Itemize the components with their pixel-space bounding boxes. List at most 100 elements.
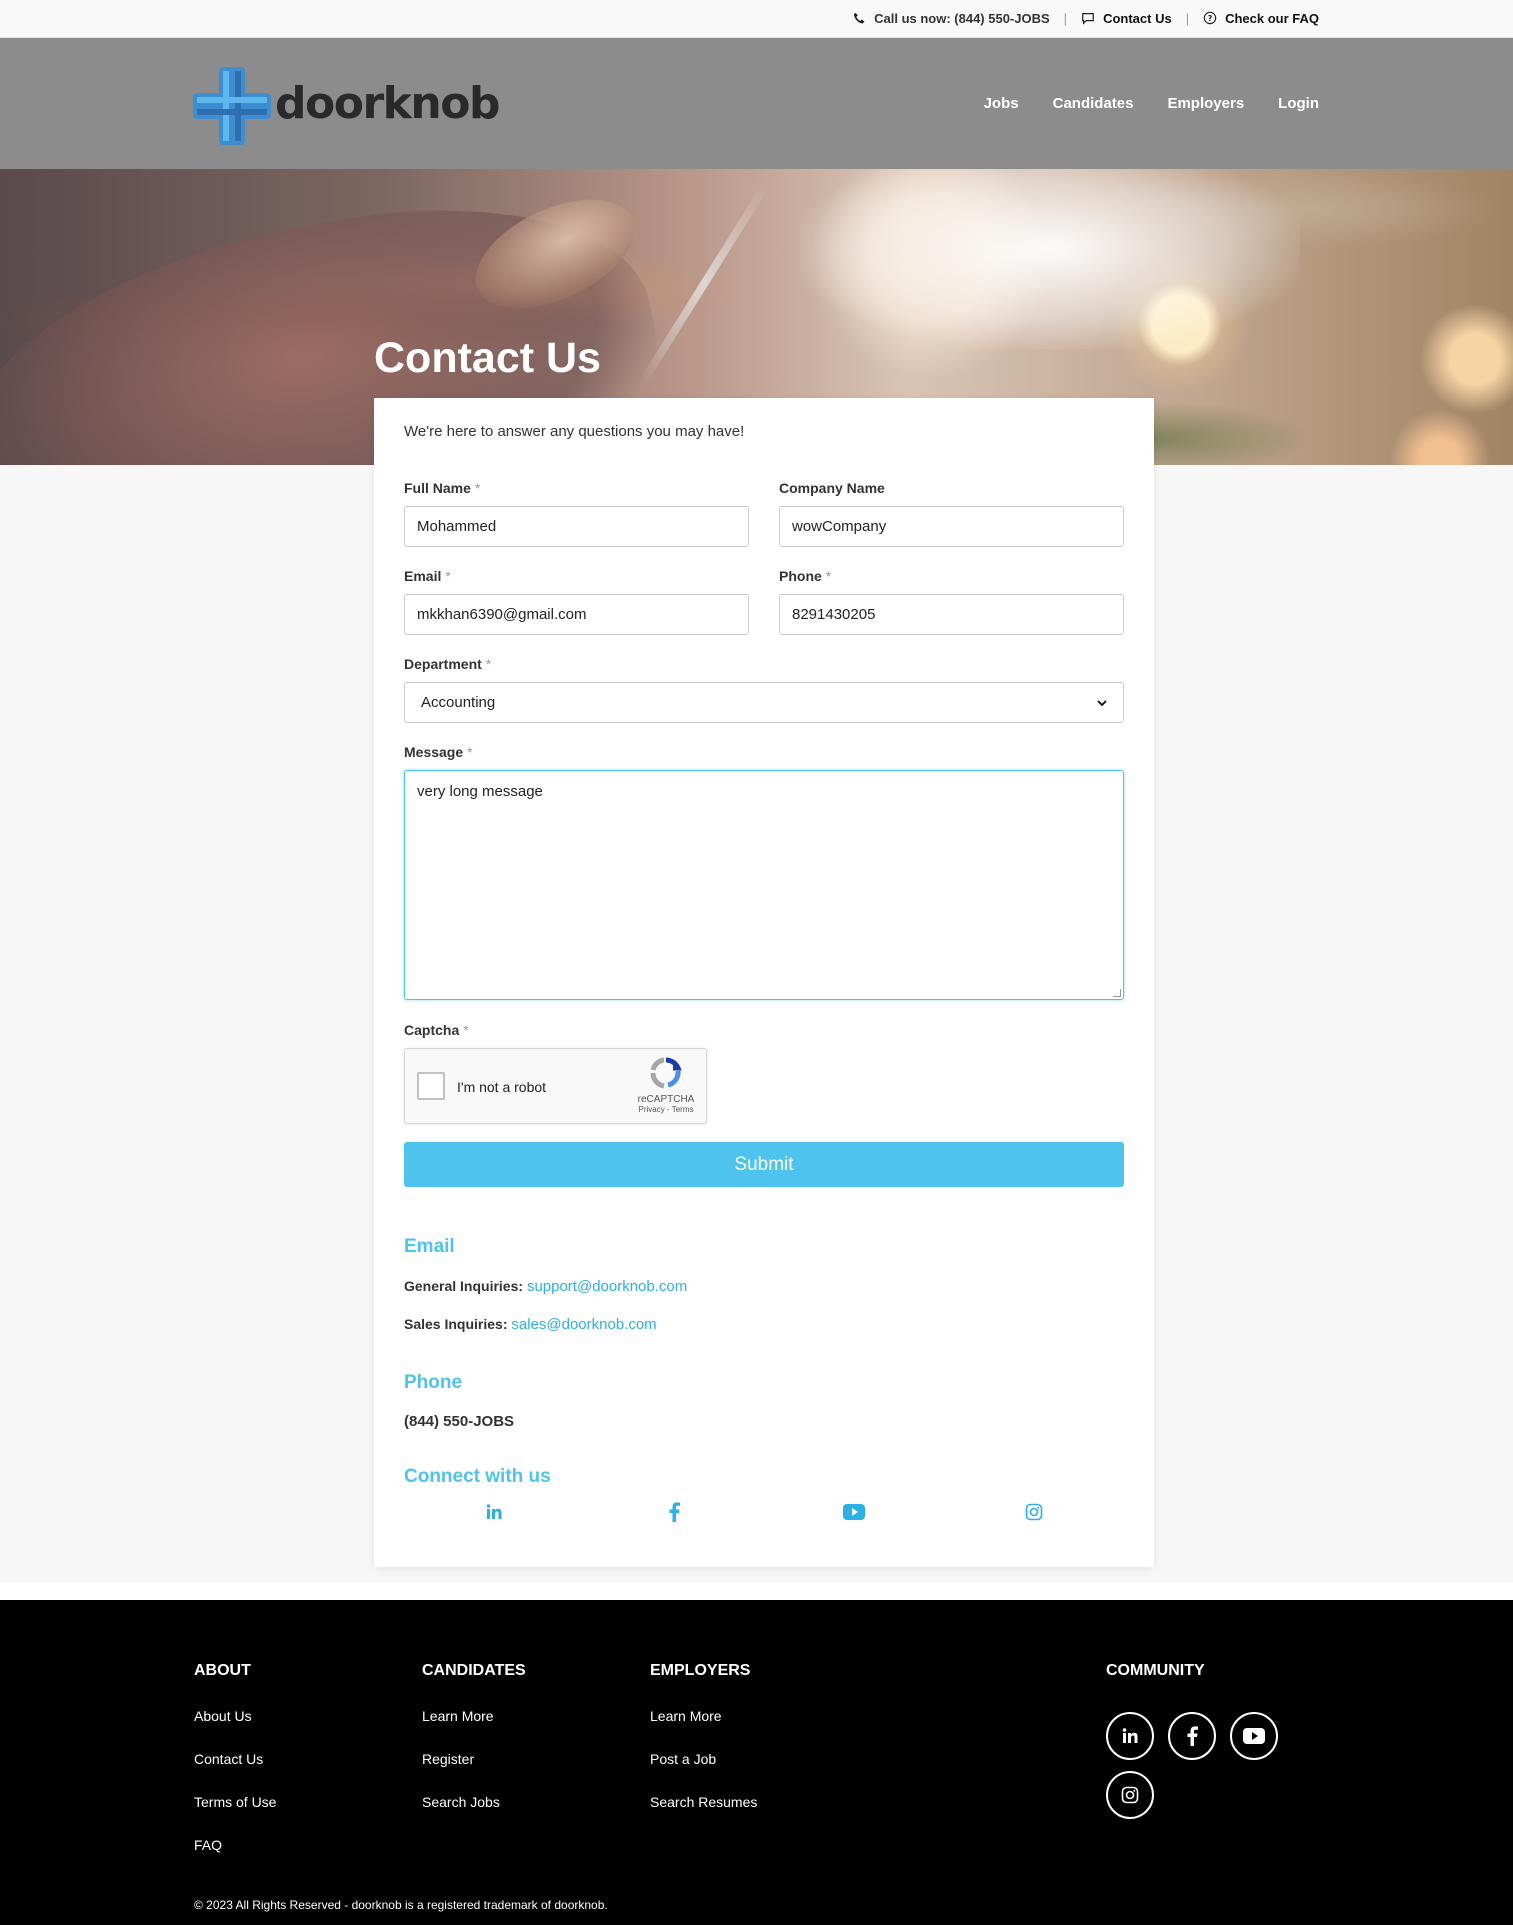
facebook-icon[interactable] <box>1168 1712 1216 1760</box>
linkedin-icon[interactable] <box>1106 1712 1154 1760</box>
contact-card: We're here to answer any questions you m… <box>374 398 1154 1567</box>
phone-label: Phone * <box>779 568 832 584</box>
copyright: © 2023 All Rights Reserved - doorknob is… <box>194 1898 608 1912</box>
recaptcha-checkbox[interactable] <box>417 1072 445 1100</box>
svg-text:?: ? <box>1208 14 1213 23</box>
site-footer: ABOUT About Us Contact Us Terms of Use F… <box>0 1600 1513 1925</box>
department-field: Department * Accounting <box>404 656 1124 723</box>
separator: | <box>1063 10 1068 26</box>
general-inquiries-label: General Inquiries: <box>404 1278 524 1294</box>
phone-heading: Phone <box>404 1372 463 1393</box>
email-heading: Email <box>404 1236 455 1257</box>
chevron-down-icon <box>1097 699 1107 706</box>
required-mark: * <box>467 744 473 760</box>
logo-text: doorknob <box>275 77 500 129</box>
message-label: Message * <box>404 744 473 760</box>
instagram-icon[interactable] <box>1023 1501 1045 1523</box>
footer-about-heading: ABOUT <box>194 1662 251 1679</box>
footer-candidates: CANDIDATES Learn More Register Search Jo… <box>422 1662 526 1837</box>
recaptcha-icon <box>650 1057 682 1089</box>
footer-employers-heading: EMPLOYERS <box>650 1662 751 1679</box>
connect-heading: Connect with us <box>404 1466 551 1487</box>
required-mark: * <box>825 568 832 584</box>
logo[interactable]: doorknob <box>193 67 500 145</box>
phone-field: Phone * 8291430205 <box>779 568 1124 635</box>
recaptcha-widget: I'm not a robot reCAPTCHA Privacy - Term… <box>404 1048 707 1124</box>
nav-candidates[interactable]: Candidates <box>1053 95 1134 112</box>
full-name-field: Full Name * Mohammed <box>404 480 749 547</box>
hero-phone-image <box>639 184 769 384</box>
phone-number: (844) 550-JOBS <box>404 1413 515 1430</box>
captcha-field: Captcha * I'm not a robot reCAPTCHA Priva… <box>404 1022 707 1124</box>
full-name-label: Full Name * <box>404 480 481 496</box>
separator: | <box>1185 10 1190 26</box>
top-bar-links: Call us now: (844) 550-JOBS | Contact Us… <box>853 0 1319 36</box>
facebook-icon[interactable] <box>663 1501 685 1523</box>
main-nav: Jobs Candidates Employers Login <box>950 38 1319 169</box>
top-faq-label[interactable]: Check our FAQ <box>1225 11 1319 26</box>
nav-employers[interactable]: Employers <box>1167 95 1244 112</box>
general-email-link[interactable]: support@doorknob.com <box>527 1278 687 1295</box>
full-name-input[interactable]: Mohammed <box>404 506 749 547</box>
footer-link-contact-us[interactable]: Contact Us <box>194 1751 276 1767</box>
required-mark: * <box>474 480 481 496</box>
site-header: doorknob Jobs Candidates Employers Login <box>0 38 1513 169</box>
question-circle-icon: ? <box>1203 11 1217 25</box>
instagram-icon[interactable] <box>1106 1771 1154 1819</box>
captcha-label: Captcha * <box>404 1022 469 1038</box>
footer-link-about-us[interactable]: About Us <box>194 1708 276 1724</box>
youtube-icon[interactable] <box>1230 1712 1278 1760</box>
sales-inquiries: Sales Inquiries: sales@doorknob.com <box>404 1316 657 1333</box>
resize-handle[interactable] <box>1113 989 1121 997</box>
general-inquiries: General Inquiries: support@doorknob.com <box>404 1278 687 1295</box>
phone-icon <box>853 12 865 23</box>
message-field: Message * very long message <box>404 744 1124 1000</box>
top-contact-link[interactable]: Contact Us <box>1081 11 1172 26</box>
footer-employers: EMPLOYERS Learn More Post a Job Search R… <box>650 1662 757 1837</box>
top-bar: Call us now: (844) 550-JOBS | Contact Us… <box>0 0 1513 38</box>
call-us-label: Call us now: (844) 550-JOBS <box>874 10 1050 26</box>
nav-jobs[interactable]: Jobs <box>984 95 1019 112</box>
nav-login[interactable]: Login <box>1278 95 1319 112</box>
recaptcha-links[interactable]: Privacy - Terms <box>631 1105 701 1114</box>
footer-link-candidates-learn[interactable]: Learn More <box>422 1708 526 1724</box>
email-label: Email * <box>404 568 451 584</box>
footer-link-search-resumes[interactable]: Search Resumes <box>650 1794 757 1810</box>
recaptcha-brand: reCAPTCHA <box>637 1094 695 1105</box>
required-mark: * <box>445 568 451 584</box>
email-input[interactable]: mkkhan6390@gmail.com <box>404 594 749 635</box>
phone-input[interactable]: 8291430205 <box>779 594 1124 635</box>
footer-link-register[interactable]: Register <box>422 1751 526 1767</box>
linkedin-icon[interactable] <box>483 1501 505 1523</box>
email-field: Email * mkkhan6390@gmail.com <box>404 568 749 635</box>
page-title: Contact Us <box>374 334 601 382</box>
message-value: very long message <box>417 783 543 800</box>
department-label: Department * <box>404 656 492 672</box>
chat-icon <box>1082 13 1094 25</box>
sales-inquiries-label: Sales Inquiries: <box>404 1316 508 1332</box>
footer-link-employers-learn[interactable]: Learn More <box>650 1708 757 1724</box>
submit-button[interactable]: Submit <box>404 1142 1124 1187</box>
sales-email-link[interactable]: sales@doorknob.com <box>511 1316 656 1333</box>
required-mark: * <box>485 656 492 672</box>
footer-link-search-jobs[interactable]: Search Jobs <box>422 1794 526 1810</box>
footer-link-post-job[interactable]: Post a Job <box>650 1751 757 1767</box>
department-value: Accounting <box>421 694 496 711</box>
youtube-icon[interactable] <box>843 1501 865 1523</box>
top-faq-link[interactable]: ? Check our FAQ <box>1203 11 1319 26</box>
footer-community: COMMUNITY <box>1106 1662 1205 1708</box>
department-select[interactable]: Accounting <box>404 682 1124 723</box>
message-textarea[interactable]: very long message <box>404 770 1124 1000</box>
call-us[interactable]: Call us now: (844) 550-JOBS <box>853 11 1050 26</box>
footer-link-faq[interactable]: FAQ <box>194 1837 276 1853</box>
footer-community-heading: COMMUNITY <box>1106 1662 1205 1679</box>
company-name-field: Company Name wowCompany <box>779 480 1124 547</box>
top-contact-label[interactable]: Contact Us <box>1103 11 1172 26</box>
company-name-label: Company Name <box>779 480 885 496</box>
recaptcha-logo: reCAPTCHA Privacy - Terms <box>631 1057 701 1114</box>
footer-about: ABOUT About Us Contact Us Terms of Use F… <box>194 1662 276 1880</box>
logo-mark-icon <box>193 67 271 145</box>
footer-link-terms[interactable]: Terms of Use <box>194 1794 276 1810</box>
company-name-input[interactable]: wowCompany <box>779 506 1124 547</box>
required-mark: * <box>463 1022 469 1038</box>
